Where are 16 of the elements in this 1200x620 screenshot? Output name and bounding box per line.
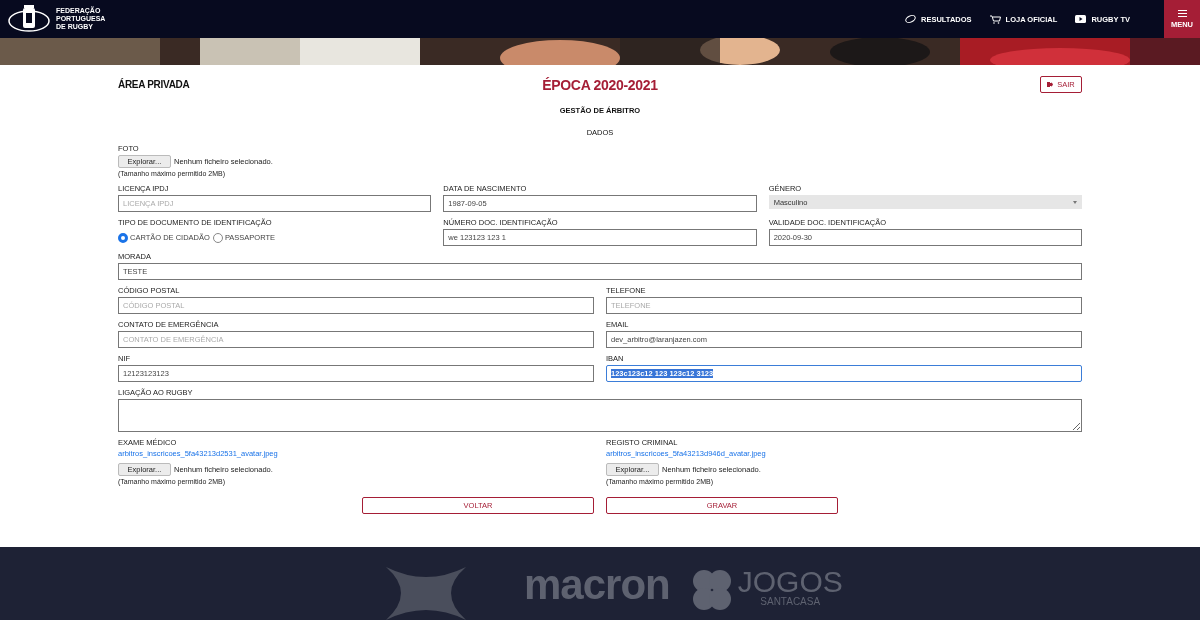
play-icon (1075, 15, 1087, 23)
radio-button[interactable] (212, 232, 223, 243)
section-title: ÁREA PRIVADA (118, 79, 191, 90)
caret-icon (1073, 200, 1077, 204)
sponsor-logo-icon (386, 567, 466, 620)
logout-icon (1047, 82, 1054, 87)
rugby-ball-icon (905, 15, 916, 23)
sponsor-name: JOGOS (737, 567, 843, 597)
radio-button[interactable] (118, 232, 128, 243)
menu-icon (1177, 9, 1187, 17)
text-area[interactable] (118, 399, 1082, 432)
sponsor-name: macron (524, 564, 670, 606)
sponsor-tagline: SANTACASA (760, 597, 821, 607)
season-title: ÉPOCA 2020-2021 (542, 76, 658, 93)
cart-icon (989, 14, 1001, 24)
crest-icon (8, 5, 50, 33)
